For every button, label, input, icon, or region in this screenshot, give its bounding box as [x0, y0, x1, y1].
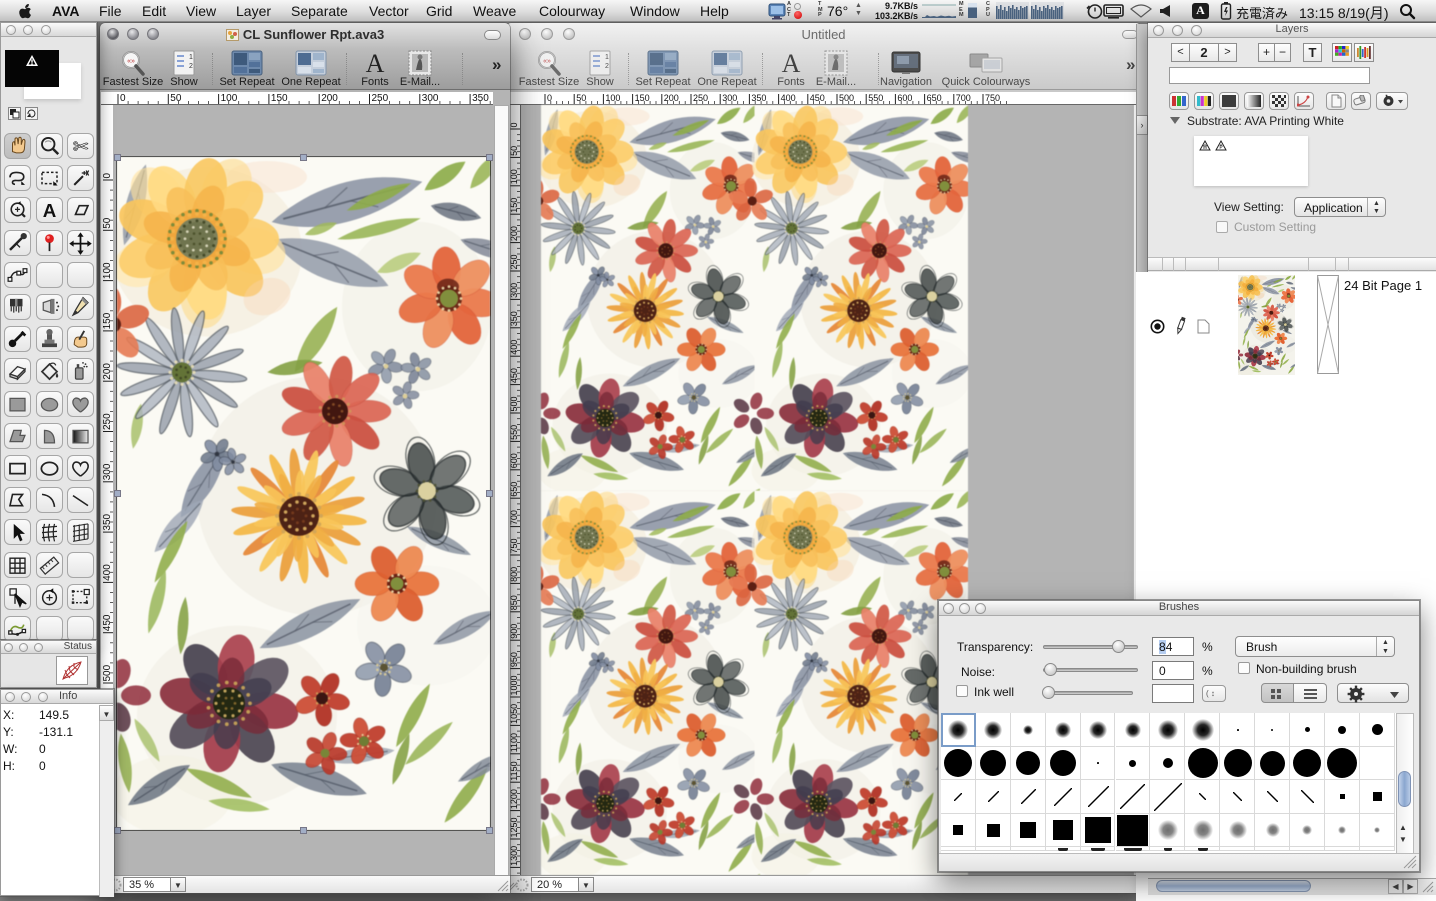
svg-text:✄: ✄ — [73, 136, 89, 157]
svg-text:850: 850 — [509, 595, 519, 610]
svg-text:450: 450 — [102, 614, 113, 631]
svg-text:0: 0 — [509, 122, 519, 127]
svg-text:400: 400 — [102, 564, 113, 581]
svg-text:150: 150 — [102, 312, 113, 329]
svg-text:A: A — [366, 50, 385, 76]
svg-text:750: 750 — [985, 93, 1000, 103]
svg-text:100: 100 — [102, 262, 113, 279]
svg-text:150: 150 — [509, 198, 519, 213]
svg-text:«»: «» — [127, 58, 135, 65]
svg-text:50: 50 — [170, 93, 182, 104]
svg-text:«»: «» — [543, 58, 551, 65]
svg-text:300: 300 — [722, 93, 737, 103]
svg-text:2: 2 — [189, 63, 193, 70]
svg-text:450: 450 — [509, 368, 519, 383]
svg-text:250: 250 — [102, 413, 113, 430]
svg-text:1000: 1000 — [509, 675, 519, 695]
svg-text:800: 800 — [509, 567, 519, 582]
svg-text:500: 500 — [839, 93, 854, 103]
svg-text:600: 600 — [509, 453, 519, 468]
svg-text:1050: 1050 — [509, 704, 519, 724]
svg-text:400: 400 — [781, 93, 796, 103]
svg-text:500: 500 — [509, 396, 519, 411]
svg-text:0: 0 — [547, 93, 552, 103]
svg-text:1100: 1100 — [509, 733, 519, 752]
svg-text:200: 200 — [102, 363, 113, 380]
svg-text:0: 0 — [120, 93, 126, 104]
svg-text:350: 350 — [509, 311, 519, 326]
svg-text:450: 450 — [810, 93, 825, 103]
svg-text:300: 300 — [509, 283, 519, 298]
svg-text:250: 250 — [509, 254, 519, 269]
svg-text:250: 250 — [372, 93, 389, 104]
svg-text:400: 400 — [509, 340, 519, 355]
svg-text:150: 150 — [271, 93, 288, 104]
svg-text:900: 900 — [509, 624, 519, 639]
svg-text:300: 300 — [422, 93, 439, 104]
svg-text:2: 2 — [605, 63, 609, 70]
svg-text:50: 50 — [102, 217, 113, 229]
svg-text:200: 200 — [321, 93, 338, 104]
svg-text:350: 350 — [472, 93, 489, 104]
svg-text:A: A — [782, 50, 801, 76]
svg-text:200: 200 — [509, 226, 519, 241]
svg-text:1300: 1300 — [509, 846, 519, 866]
svg-text:50: 50 — [509, 146, 519, 156]
svg-text:1: 1 — [189, 54, 193, 61]
svg-text:950: 950 — [509, 652, 519, 667]
svg-text:1150: 1150 — [509, 761, 519, 780]
svg-text:1250: 1250 — [509, 817, 519, 837]
svg-text:150: 150 — [635, 93, 650, 103]
svg-text:650: 650 — [509, 482, 519, 497]
svg-text:550: 550 — [868, 93, 883, 103]
svg-text:50: 50 — [576, 93, 586, 103]
svg-text:250: 250 — [693, 93, 708, 103]
svg-text:550: 550 — [509, 425, 519, 440]
svg-text:500: 500 — [102, 664, 113, 681]
svg-text:1: 1 — [605, 54, 609, 61]
svg-text:300: 300 — [102, 463, 113, 480]
svg-text:600: 600 — [897, 93, 912, 103]
svg-text:1200: 1200 — [509, 789, 519, 809]
svg-text:350: 350 — [751, 93, 766, 103]
svg-text:650: 650 — [927, 93, 942, 103]
svg-text:A: A — [42, 200, 56, 221]
svg-text:100: 100 — [605, 93, 620, 103]
svg-text:350: 350 — [102, 513, 113, 530]
svg-text:750: 750 — [509, 538, 519, 553]
svg-text:0: 0 — [102, 173, 113, 179]
svg-text:200: 200 — [664, 93, 679, 103]
svg-text:100: 100 — [221, 93, 238, 104]
svg-text:700: 700 — [509, 510, 519, 525]
svg-text:700: 700 — [956, 93, 971, 103]
svg-text:100: 100 — [509, 169, 519, 184]
